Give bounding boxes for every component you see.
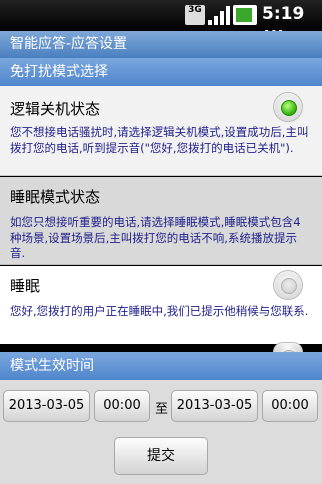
mode-item-sleep[interactable]: 睡眠 您好,您拨打的用户正在睡眠中,我们已提示他稍候与您联系. — [0, 266, 322, 344]
clock-time: 5:19 — [262, 4, 305, 24]
mode-description: 您不想接电话骚扰时,请选择逻辑关机模式,设置成功后,主叫拨打您的电话,听到提示音… — [10, 125, 309, 155]
mode-description: 您好,您拨打的用户正在睡眠中,我们已提示他稍候与您联系. — [10, 304, 309, 318]
status-bar: 3G 5:19 AM — [0, 0, 322, 42]
mode-title: 逻辑关机状态 — [10, 100, 101, 118]
radio-sleep[interactable] — [273, 270, 303, 300]
end-date-button[interactable]: 2013-03-05 — [171, 390, 258, 422]
section-header-time: 模式生效时间 — [0, 352, 322, 380]
start-date-button[interactable]: 2013-03-05 — [3, 390, 90, 422]
section-header-dnd: 免打扰模式选择 — [0, 58, 322, 86]
network-3g-icon: 3G — [185, 5, 205, 25]
start-time-button[interactable]: 00:00 — [94, 390, 150, 422]
mode-item-logical-off[interactable]: 逻辑关机状态 您不想接电话骚扰时,请选择逻辑关机模式,设置成功后,主叫拨打您的电… — [0, 86, 322, 176]
radio-logical-off[interactable] — [273, 92, 303, 122]
mode-item-sleep-group[interactable]: 睡眠模式状态 如您只想接听重要的电话,请选择睡眠模式,睡眠模式包含4种场景,设置… — [0, 177, 322, 265]
mode-description: 如您只想接听重要的电话,请选择睡眠模式,睡眠模式包含4种场景,设置场景后,主叫拨… — [10, 215, 301, 260]
to-label: 至 — [155, 402, 169, 417]
signal-strength-icon — [208, 5, 230, 25]
page-title: 智能应答-应答设置 — [0, 31, 322, 58]
submit-button[interactable]: 提交 — [114, 437, 208, 475]
battery-icon — [233, 5, 257, 25]
mode-title: 睡眠 — [10, 277, 41, 295]
radio-next-partial[interactable] — [273, 342, 303, 366]
mode-title: 睡眠模式状态 — [10, 188, 101, 206]
end-time-button[interactable]: 00:00 — [262, 390, 318, 422]
